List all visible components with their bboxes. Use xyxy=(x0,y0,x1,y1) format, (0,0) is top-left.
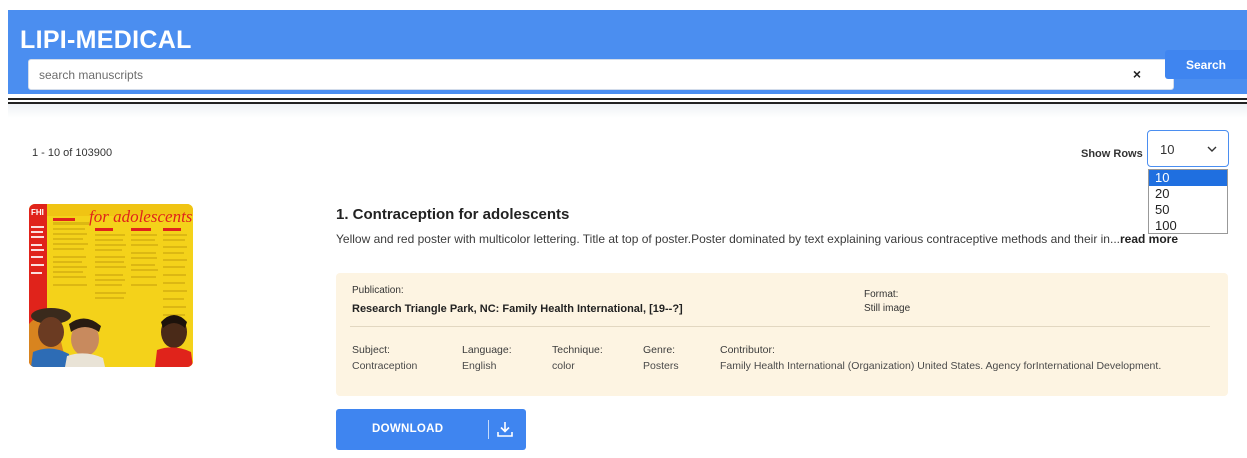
genre-label: Genre: xyxy=(643,344,676,356)
subject-value: Contraception xyxy=(352,360,418,372)
clear-icon[interactable]: × xyxy=(1129,66,1145,82)
download-icon xyxy=(497,422,513,437)
search-box: × xyxy=(28,59,1174,90)
publication-label: Publication: xyxy=(352,285,404,296)
genre-value: Posters xyxy=(643,360,679,372)
poster-logo: FHI xyxy=(31,208,44,217)
chevron-down-icon xyxy=(1207,146,1217,152)
app-header: LIPI-MEDICAL × Search xyxy=(8,10,1247,94)
rows-select-value: 10 xyxy=(1160,142,1175,157)
item-description-text: Yellow and red poster with multicolor le… xyxy=(336,232,1120,246)
poster-image: FHI for adolescents xyxy=(29,204,193,367)
format-value: Still image xyxy=(864,303,911,314)
rows-option[interactable]: 10 xyxy=(1149,170,1227,186)
show-rows-label: Show Rows xyxy=(1081,148,1143,160)
rows-options-list: 10 20 50 100 xyxy=(1148,169,1228,234)
poster-title: for adolescents xyxy=(89,207,193,226)
language-label: Language: xyxy=(462,344,512,356)
format-label: Format: xyxy=(864,289,899,300)
subject-label: Subject: xyxy=(352,344,390,356)
contributor-label: Contributor: xyxy=(720,344,775,356)
item-thumbnail[interactable]: FHI for adolescents xyxy=(29,204,193,367)
result-count: 1 - 10 of 103900 xyxy=(32,147,113,159)
item-description: Yellow and red poster with multicolor le… xyxy=(336,232,1206,247)
details-divider xyxy=(350,326,1210,327)
search-input[interactable] xyxy=(39,60,1119,89)
rows-option[interactable]: 20 xyxy=(1149,186,1227,202)
contributor-value: Family Health International (Organizatio… xyxy=(720,360,1162,372)
top-strip xyxy=(0,0,1247,10)
item-title[interactable]: 1. Contraception for adolescents xyxy=(336,206,569,223)
language-value: English xyxy=(462,360,497,372)
read-more-link[interactable]: read more xyxy=(1120,232,1178,246)
header-divider xyxy=(8,98,1247,100)
brand-logo[interactable]: LIPI-MEDICAL xyxy=(20,26,192,55)
header-shadow xyxy=(8,104,1247,118)
download-label: DOWNLOAD xyxy=(372,423,444,435)
technique-label: Technique: xyxy=(552,344,603,356)
technique-value: color xyxy=(552,360,575,372)
search-button[interactable]: Search xyxy=(1165,50,1247,79)
publication-value: Research Triangle Park, NC: Family Healt… xyxy=(352,303,683,315)
item-details-card: Publication: Research Triangle Park, NC:… xyxy=(336,273,1228,396)
download-separator xyxy=(488,420,489,439)
rows-per-page-select[interactable]: 10 xyxy=(1147,130,1229,167)
rows-option[interactable]: 50 xyxy=(1149,202,1227,218)
download-button[interactable]: DOWNLOAD xyxy=(336,409,526,450)
